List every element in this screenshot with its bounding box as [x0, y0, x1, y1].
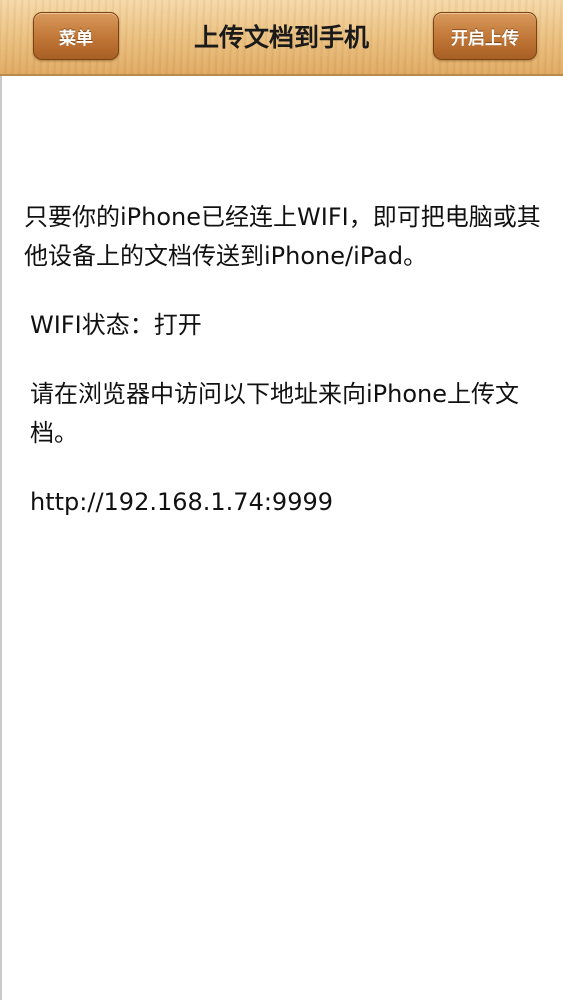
intro-text: 只要你的iPhone已经连上WIFI，即可把电脑或其他设备上的文档传送到iPho…: [24, 203, 541, 270]
server-url[interactable]: http://192.168.1.74:9999: [24, 483, 549, 522]
wifi-status-text: WIFI状态：打开: [30, 311, 202, 339]
instruction-text: 请在浏览器中访问以下地址来向iPhone上传文档。: [30, 380, 520, 447]
start-upload-button[interactable]: 开启上传: [433, 12, 537, 60]
page-title: 上传文档到手机: [193, 23, 369, 52]
upload-info-panel: 只要你的iPhone已经连上WIFI，即可把电脑或其他设备上的文档传送到iPho…: [24, 198, 549, 522]
left-border: [0, 76, 2, 1000]
menu-button[interactable]: 菜单: [33, 12, 119, 60]
navigation-bar: 菜单 上传文档到手机 开启上传: [0, 0, 563, 76]
